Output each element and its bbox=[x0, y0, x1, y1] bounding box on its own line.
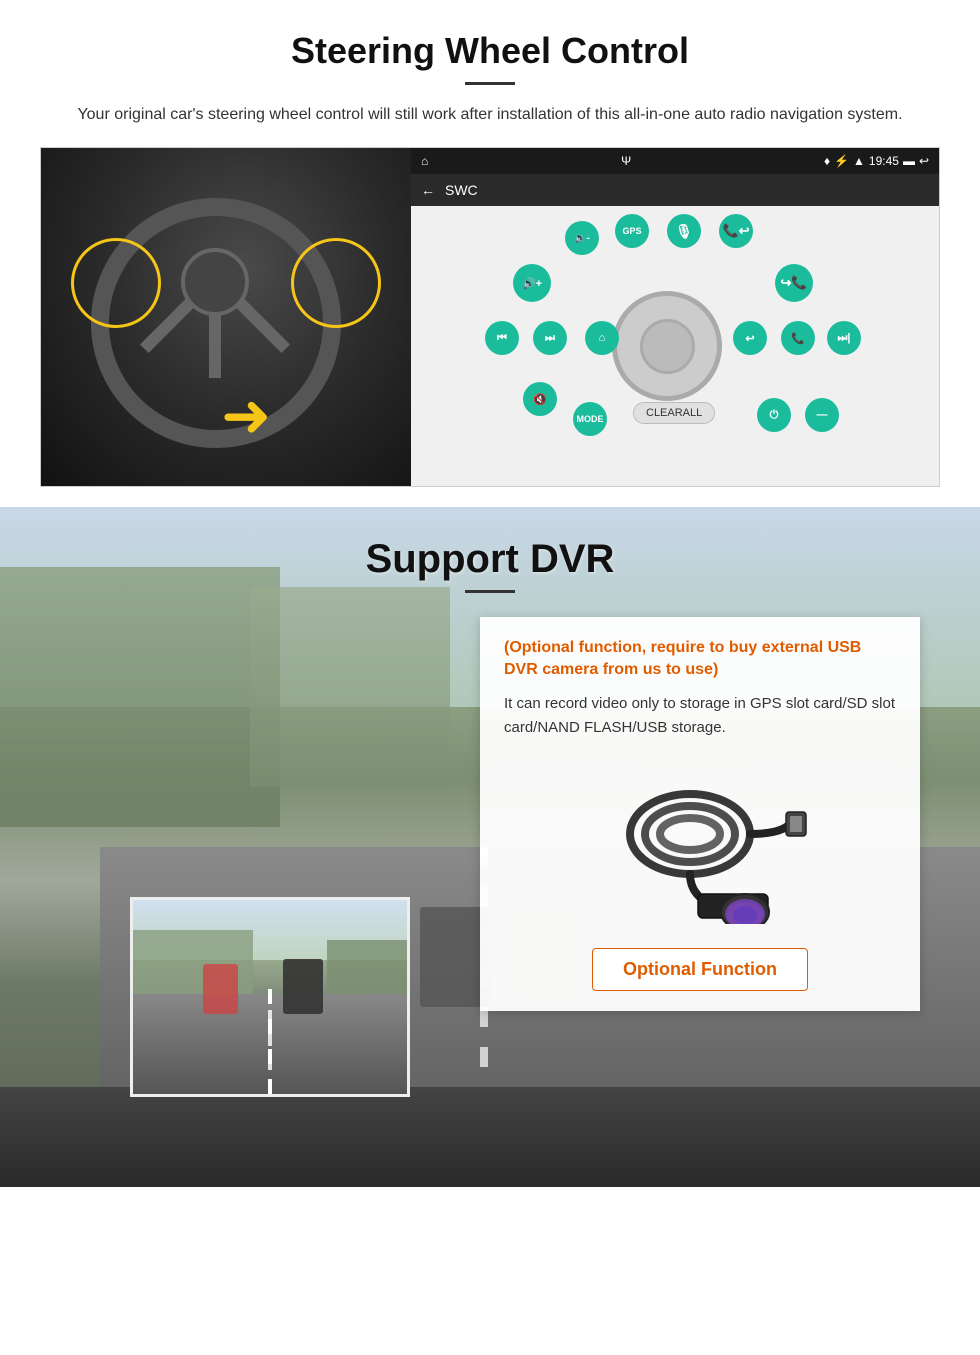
dvr-small-road bbox=[133, 900, 407, 1094]
swc-description: Your original car's steering wheel contr… bbox=[40, 103, 940, 127]
swc-divider bbox=[465, 82, 515, 85]
btn-skip-end[interactable]: ⏭| bbox=[827, 321, 861, 355]
dvr-title-area: Support DVR bbox=[0, 537, 980, 593]
btn-clear-all[interactable]: CLEARALL bbox=[633, 402, 715, 424]
dvr-camera-svg bbox=[590, 764, 810, 924]
swc-title: Steering Wheel Control bbox=[40, 30, 940, 72]
steering-wheel-bg: ➜ bbox=[41, 148, 411, 486]
btn-back[interactable]: ↩ bbox=[733, 321, 767, 355]
btn-home[interactable]: ⌂ bbox=[585, 321, 619, 355]
btn-minus-line[interactable]: — bbox=[805, 398, 839, 432]
hl-left-circle bbox=[71, 238, 161, 328]
btn-phone-hang[interactable]: 📞 bbox=[781, 321, 815, 355]
btn-next-call[interactable]: ↪📞 bbox=[775, 264, 813, 302]
btn-vol-mute[interactable]: 🔇 bbox=[523, 382, 557, 416]
battery-icon: ▬ bbox=[903, 154, 915, 168]
swc-button-layout: 🔉- GPS 🎙 📞↩ 🔊+ ↪📞 bbox=[485, 206, 865, 486]
swc-nav-title: SWC bbox=[445, 182, 478, 198]
back-icon: ↩ bbox=[919, 154, 929, 168]
btn-power[interactable]: ⏻ bbox=[757, 398, 791, 432]
dvr-small-screen bbox=[130, 897, 410, 1097]
location-icon: ♦ bbox=[824, 154, 830, 168]
nav-back-icon[interactable]: ← bbox=[421, 182, 435, 198]
dvr-section: Support DVR (Optional function, require … bbox=[0, 507, 980, 1187]
bluetooth-icon: ⚡ bbox=[834, 154, 849, 168]
swc-controls: 🔉- GPS 🎙 📞↩ 🔊+ ↪📞 bbox=[411, 206, 939, 486]
swc-nav-bar: ← SWC bbox=[411, 174, 939, 206]
usb-icon: Ψ bbox=[621, 154, 631, 168]
dvr-camera-illustration bbox=[504, 754, 896, 934]
btn-vol-plus[interactable]: 🔊+ bbox=[513, 264, 551, 302]
swc-section: Steering Wheel Control Your original car… bbox=[0, 0, 980, 507]
btn-prev-call[interactable]: 📞↩ bbox=[719, 214, 753, 248]
btn-prev[interactable]: ⏮ bbox=[485, 321, 519, 355]
status-icons: ♦ ⚡ ▲ 19:45 ▬ ↩ bbox=[824, 154, 929, 168]
optional-function-button[interactable]: Optional Function bbox=[592, 948, 808, 991]
wifi-icon: ▲ bbox=[853, 154, 865, 168]
swc-status-bar: ⌂ Ψ ♦ ⚡ ▲ 19:45 ▬ ↩ bbox=[411, 148, 939, 174]
dvr-optional-text: (Optional function, require to buy exter… bbox=[504, 637, 896, 682]
swc-photo: ➜ bbox=[41, 148, 411, 486]
dvr-description: It can record video only to storage in G… bbox=[504, 692, 896, 740]
swc-content-area: ➜ ⌂ Ψ ♦ ⚡ ▲ 19:45 ▬ ↩ ← SWC bbox=[40, 147, 940, 487]
btn-gps[interactable]: GPS bbox=[615, 214, 649, 248]
dvr-info-card: (Optional function, require to buy exter… bbox=[480, 617, 920, 1011]
hl-right-circle bbox=[291, 238, 381, 328]
yellow-arrow: ➜ bbox=[221, 386, 271, 446]
dvr-divider bbox=[465, 590, 515, 593]
dvr-title: Support DVR bbox=[0, 537, 980, 582]
btn-mic[interactable]: 🎙 bbox=[667, 214, 701, 248]
swc-screen: ⌂ Ψ ♦ ⚡ ▲ 19:45 ▬ ↩ ← SWC bbox=[411, 148, 939, 486]
status-time: 19:45 bbox=[869, 154, 899, 168]
nav-home-icon: ⌂ bbox=[421, 154, 428, 168]
dvr-card-bottom: Optional Function bbox=[504, 948, 896, 991]
btn-vol-down[interactable]: 🔉- bbox=[565, 221, 599, 255]
btn-next[interactable]: ⏭ bbox=[533, 321, 567, 355]
btn-mode[interactable]: MODE bbox=[573, 402, 607, 436]
